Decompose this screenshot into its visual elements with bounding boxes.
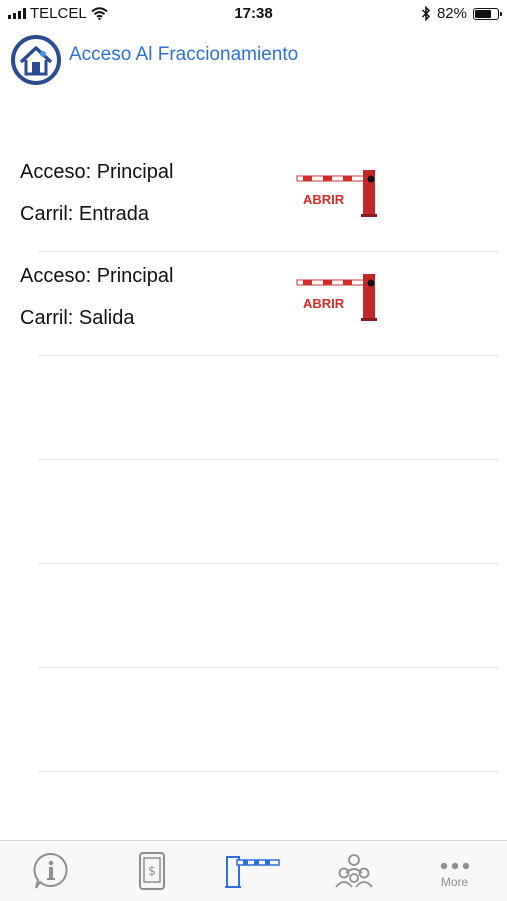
lane-label: Carril: Salida <box>20 307 135 329</box>
svg-text:$: $ <box>148 864 156 878</box>
battery-icon <box>473 7 502 20</box>
tab-more[interactable]: More <box>404 841 505 901</box>
tab-community[interactable] <box>303 841 404 901</box>
access-label: Acceso: Principal <box>20 265 174 287</box>
open-gate-label: ABRIR <box>303 192 345 207</box>
battery-percent: 82% <box>436 5 467 22</box>
empty-row <box>0 460 507 564</box>
empty-row <box>0 564 507 668</box>
open-gate-button[interactable]: ABRIR <box>295 166 385 218</box>
page-title: Acceso Al Fraccionamiento <box>69 44 299 65</box>
status-right: 82% <box>421 5 502 22</box>
empty-row <box>0 356 507 460</box>
more-icon <box>440 862 469 870</box>
lane-label: Carril: Entrada <box>20 203 149 225</box>
info-icon <box>33 852 68 889</box>
access-label: Acceso: Principal <box>20 161 174 183</box>
tab-access[interactable] <box>202 841 303 901</box>
community-icon <box>334 854 373 888</box>
tab-more-label: More <box>440 875 469 889</box>
tab-bar: $ More <box>0 840 507 901</box>
house-logo-icon <box>11 35 61 85</box>
status-bar: TELCEL 17:38 82% <box>0 0 507 28</box>
tab-info[interactable] <box>0 841 101 901</box>
empty-row <box>0 668 507 772</box>
open-gate-label: ABRIR <box>303 296 345 311</box>
bluetooth-icon <box>421 6 431 21</box>
row-divider <box>38 771 499 772</box>
header: Acceso Al Fraccionamiento <box>0 30 507 90</box>
list-item: Acceso: Principal Carril: Salida ABRIR <box>0 252 507 356</box>
barrier-gate-icon <box>224 856 280 888</box>
tab-payments[interactable]: $ <box>101 841 202 901</box>
open-gate-button[interactable]: ABRIR <box>295 270 385 322</box>
list-item: Acceso: Principal Carril: Entrada ABRIR <box>0 148 507 252</box>
payment-phone-icon: $ <box>138 852 165 890</box>
